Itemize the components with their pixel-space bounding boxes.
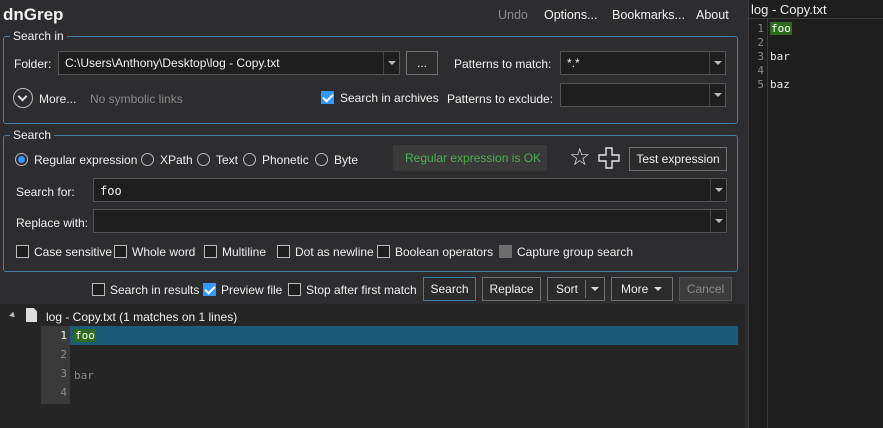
search-in-results-label: Search in results <box>110 283 200 297</box>
line-text: bar <box>74 369 94 382</box>
radio-phonetic-label: Phonetic <box>262 153 309 167</box>
folder-label: Folder: <box>14 57 52 71</box>
search-legend: Search <box>10 128 55 142</box>
test-expression-button[interactable]: Test expression <box>629 147 727 171</box>
preview-divider <box>749 18 883 19</box>
radio-phonetic[interactable] <box>243 153 256 166</box>
regex-status-badge: Regular expression is OK <box>393 145 547 171</box>
bookmark-star-icon[interactable]: ☆ <box>569 146 591 170</box>
search-in-results-checkbox[interactable] <box>92 283 105 296</box>
line-number: 4 <box>60 386 67 399</box>
whole-word-checkbox[interactable] <box>114 245 127 258</box>
preview-panel: log - Copy.txt 1 foo 2 3 bar 4 5 baz <box>748 0 883 428</box>
undo-menu[interactable]: Undo <box>498 8 528 22</box>
search-archives-label: Search in archives <box>340 91 439 105</box>
app-title: dnGrep <box>3 5 64 24</box>
search-in-legend: Search in <box>10 29 67 43</box>
preview-line-text: baz <box>770 78 790 91</box>
more-button-label: More <box>621 282 649 296</box>
radio-xpath[interactable] <box>141 153 154 166</box>
symlinks-label: No symbolic links <box>90 92 183 106</box>
multiline-label: Multiline <box>222 245 267 259</box>
chevron-down-icon[interactable] <box>383 52 399 74</box>
replace-with-combo[interactable] <box>93 209 727 233</box>
line-number: 3 <box>60 367 67 380</box>
file-entry[interactable]: log - Copy.txt (1 matches on 1 lines) <box>46 310 237 324</box>
patterns-match-combo[interactable]: *.* <box>560 51 726 75</box>
stop-after-first-label: Stop after first match <box>306 283 417 297</box>
line-number: 1 <box>60 329 67 342</box>
about-menu[interactable]: About <box>696 8 729 22</box>
boolean-operators-label: Boolean operators <box>395 245 494 259</box>
bookmarks-menu[interactable]: Bookmarks... <box>612 8 685 22</box>
tree-expand-icon[interactable] <box>9 311 17 320</box>
patterns-match-value: *.* <box>567 56 580 70</box>
chevron-down-icon[interactable] <box>710 179 726 201</box>
chevron-down-icon[interactable] <box>709 84 725 106</box>
more-label[interactable]: More... <box>39 92 76 106</box>
chevron-down-icon[interactable] <box>709 52 725 74</box>
stop-after-first-checkbox[interactable] <box>288 283 301 296</box>
search-for-label: Search for: <box>16 185 75 199</box>
patterns-match-label: Patterns to match: <box>454 57 552 71</box>
radio-byte[interactable] <box>315 153 328 166</box>
radio-text-label: Text <box>216 153 239 167</box>
expand-more-icon[interactable] <box>13 88 33 108</box>
preview-line-number: 1 <box>757 22 764 35</box>
sort-button[interactable]: Sort <box>547 277 605 301</box>
chevron-down-icon[interactable] <box>591 287 599 291</box>
folder-combo[interactable]: C:\Users\Anthony\Desktop\log - Copy.txt <box>58 51 400 75</box>
preview-line-number: 5 <box>757 78 764 91</box>
file-icon <box>26 308 37 322</box>
capture-group-label: Capture group search <box>517 245 634 259</box>
preview-file-label: Preview file <box>221 283 283 297</box>
selected-result-row[interactable] <box>41 326 738 345</box>
search-archives-checkbox[interactable] <box>321 91 334 104</box>
radio-byte-label: Byte <box>334 153 359 167</box>
line-number: 2 <box>60 348 67 361</box>
regex-status-text: Regular expression is OK <box>405 151 542 165</box>
match-text: foo <box>74 329 96 342</box>
search-in-group: Search in Folder: C:\Users\Anthony\Deskt… <box>3 29 738 124</box>
browse-button[interactable]: ... <box>406 51 438 75</box>
preview-line-number: 4 <box>757 64 764 77</box>
sort-label: Sort <box>556 282 579 296</box>
search-button[interactable]: Search <box>423 277 476 301</box>
case-sensitive-checkbox[interactable] <box>16 245 29 258</box>
patterns-exclude-combo[interactable] <box>560 83 726 107</box>
preview-gutter-line <box>767 19 768 428</box>
radio-text[interactable] <box>197 153 210 166</box>
replace-with-label: Replace with: <box>16 216 89 230</box>
preview-line-number: 3 <box>757 50 764 63</box>
preview-match-text: foo <box>770 22 792 35</box>
preview-file-checkbox[interactable] <box>203 283 216 296</box>
replace-button[interactable]: Replace <box>482 277 541 301</box>
search-for-combo[interactable]: foo <box>93 178 727 202</box>
options-menu[interactable]: Options... <box>544 8 598 22</box>
dot-newline-checkbox[interactable] <box>277 245 290 258</box>
preview-line-number: 2 <box>757 36 764 49</box>
search-for-value: foo <box>100 184 122 198</box>
radio-xpath-label: XPath <box>160 153 193 167</box>
capture-group-checkbox[interactable] <box>499 245 512 258</box>
patterns-exclude-label: Patterns to exclude: <box>447 92 554 106</box>
radio-regex-label: Regular expression <box>34 153 138 167</box>
chevron-down-icon <box>654 287 662 291</box>
search-group: Search Regular expression XPath Text Pho… <box>3 128 738 272</box>
multiline-checkbox[interactable] <box>204 245 217 258</box>
preview-title: log - Copy.txt <box>751 2 827 17</box>
cancel-button[interactable]: Cancel <box>679 277 732 301</box>
whole-word-label: Whole word <box>132 245 196 259</box>
folder-value: C:\Users\Anthony\Desktop\log - Copy.txt <box>65 56 280 70</box>
results-panel: log - Copy.txt (1 matches on 1 lines) 1 … <box>0 304 745 428</box>
case-sensitive-label: Case sensitive <box>34 245 113 259</box>
chevron-down-icon[interactable] <box>710 210 726 232</box>
preview-line-text: bar <box>770 50 790 63</box>
add-bookmark-icon[interactable] <box>598 147 620 169</box>
main-window: dnGrep Undo Options... Bookmarks... Abou… <box>0 0 745 428</box>
radio-regex[interactable] <box>15 153 28 166</box>
more-button[interactable]: More <box>611 277 673 301</box>
boolean-operators-checkbox[interactable] <box>377 245 390 258</box>
dot-newline-label: Dot as newline <box>295 245 374 259</box>
